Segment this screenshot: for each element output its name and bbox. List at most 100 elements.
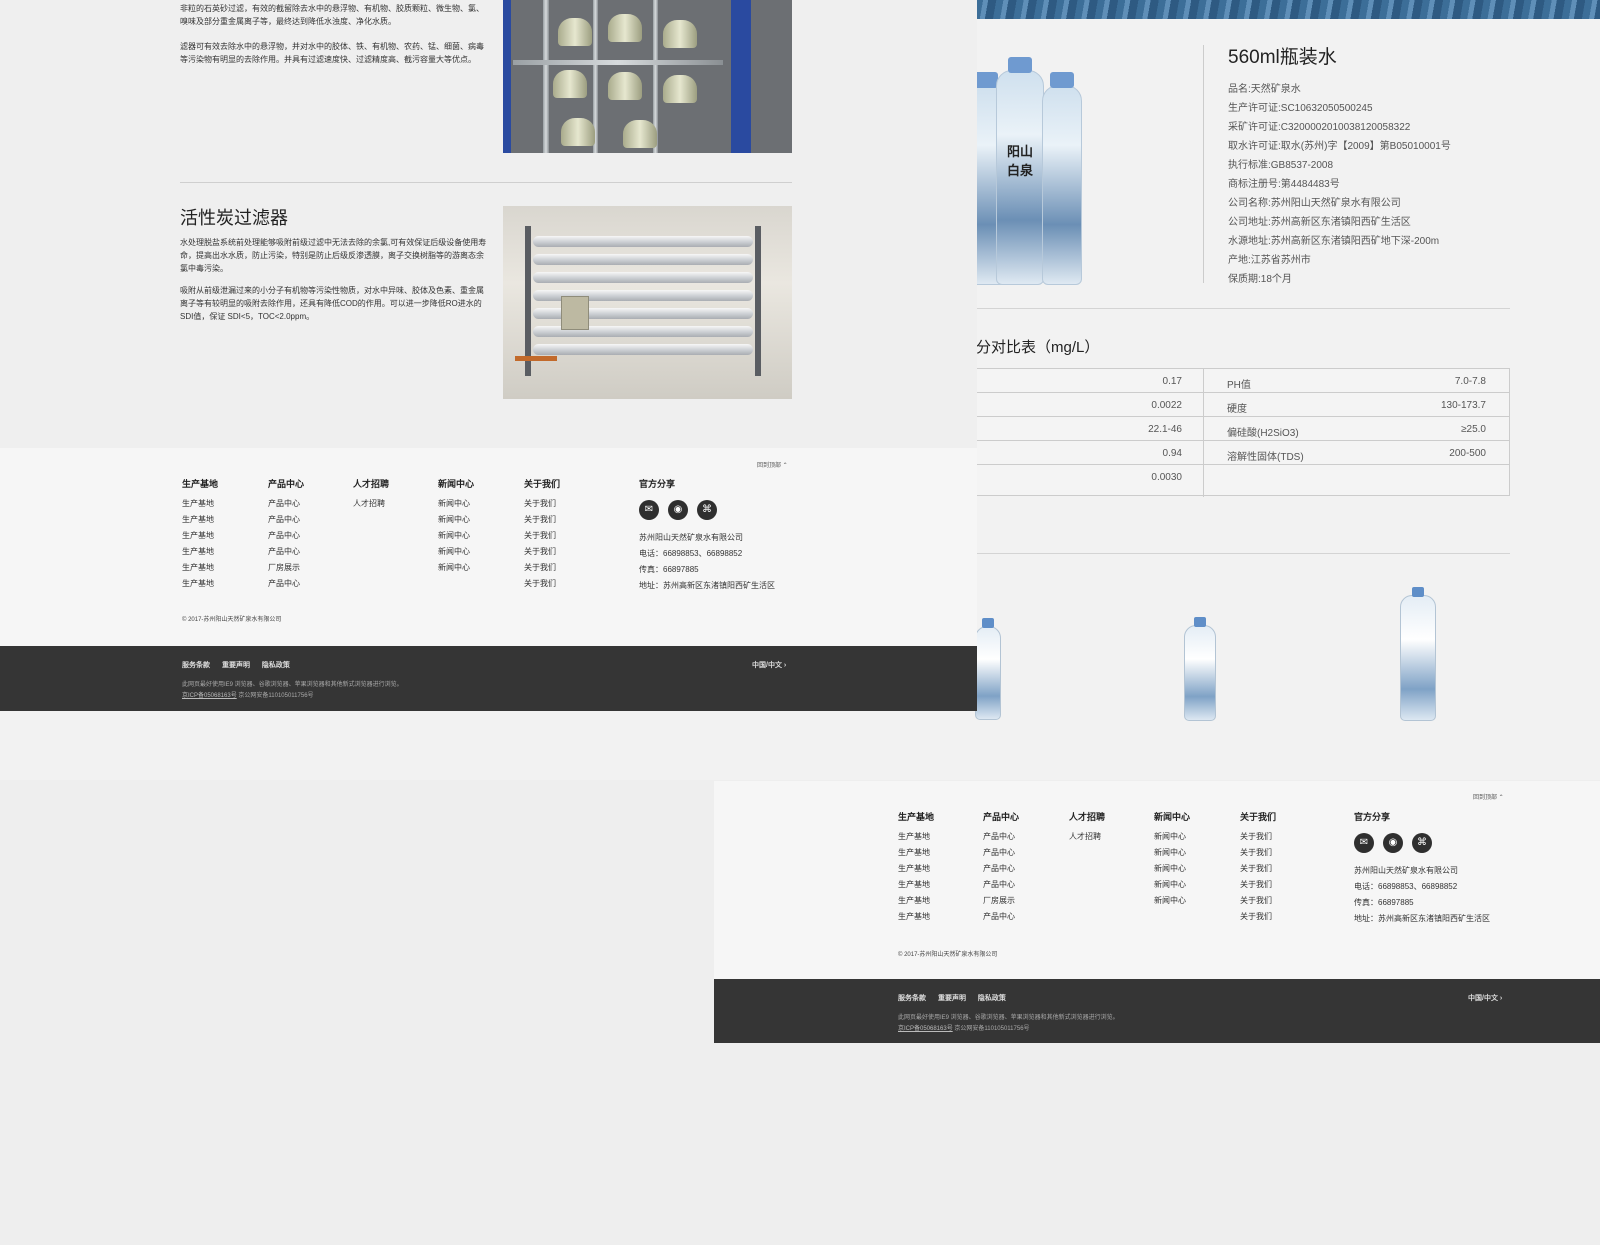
spec-item: 采矿许可证:C3200002010038120058322 [1228, 122, 1411, 133]
privacy-link[interactable]: 隐私政策 [262, 662, 290, 669]
footer-link[interactable]: 产品中心 [268, 578, 304, 594]
footer-link[interactable]: 生产基地 [182, 514, 218, 530]
footer-link[interactable]: 新闻中心 [438, 546, 474, 562]
footer-dark-bar: 服务条款 重要声明 隐私政策 中国/中文 › 此网页最好使用IE9 浏览器、谷歌… [0, 646, 977, 711]
footer-link[interactable]: 产品中心 [268, 514, 304, 530]
footer-secondary: 回到顶部 ⌃ 生产基地 生产基地 生产基地 生产基地 生产基地 生产基地 生产基… [714, 781, 1600, 1043]
footer-link[interactable]: 关于我们 [524, 514, 560, 530]
disclaimer-link[interactable]: 重要声明 [938, 995, 966, 1002]
weibo-icon[interactable]: ◉ [668, 500, 688, 520]
footer-link[interactable]: 产品中心 [983, 879, 1019, 895]
footer-link[interactable]: 新闻中心 [1154, 863, 1190, 879]
footer-link[interactable]: 生产基地 [182, 498, 218, 514]
footer-col-careers: 人才招聘 人才招聘 [1069, 811, 1105, 847]
footer-link[interactable]: 关于我们 [1240, 879, 1276, 895]
locale-switcher[interactable]: 中国/中文 › [1468, 993, 1502, 1003]
footer-link[interactable]: 生产基地 [898, 863, 934, 879]
footer-link[interactable]: 产品中心 [983, 847, 1019, 863]
footer-link[interactable]: 厂房展示 [983, 895, 1019, 911]
icp-link[interactable]: 京ICP备05068163号 [898, 1026, 953, 1032]
sand-filter-photo [503, 0, 792, 153]
footer-link[interactable]: 关于我们 [524, 546, 560, 562]
wechat-icon[interactable]: ✉ [1354, 833, 1374, 853]
table-row: 22.1-46 偏硅酸(H2SiO3) ≥25.0 [976, 417, 1510, 441]
locale-switcher[interactable]: 中国/中文 › [752, 660, 786, 670]
footer-col-heading: 人才招聘 [353, 479, 390, 489]
footer-link[interactable]: 产品中心 [268, 546, 304, 562]
weibo-icon[interactable]: ◉ [1383, 833, 1403, 853]
table-cell: 22.1-46 [1148, 424, 1182, 435]
footer-link[interactable]: 关于我们 [524, 578, 560, 594]
footer-link[interactable]: 生产基地 [182, 578, 218, 594]
company-name: 苏州阳山天然矿泉水有限公司 [1354, 866, 1458, 875]
footer-link[interactable]: 人才招聘 [353, 498, 389, 514]
footer-link[interactable]: 关于我们 [1240, 895, 1276, 911]
product-bottle-medium[interactable] [1184, 617, 1216, 721]
terms-link[interactable]: 服务条款 [898, 995, 926, 1002]
footer-col-products: 产品中心 产品中心 产品中心 产品中心 产品中心 厂房展示 产品中心 [268, 478, 304, 594]
terms-link[interactable]: 服务条款 [182, 662, 210, 669]
section-divider [976, 553, 1510, 554]
footer-link[interactable]: 产品中心 [268, 530, 304, 546]
footer-link[interactable]: 生产基地 [898, 831, 934, 847]
footer-link[interactable]: 生产基地 [182, 546, 218, 562]
footer-link[interactable]: 新闻中心 [1154, 895, 1190, 911]
footer-link[interactable]: 产品中心 [268, 498, 304, 514]
footer-link[interactable]: 生产基地 [898, 895, 934, 911]
footer-col-heading: 新闻中心 [1154, 812, 1191, 822]
footer-col-share: 官方分享 ✉ ◉ ⌘ 苏州阳山天然矿泉水有限公司 电话：66898853、668… [639, 478, 775, 596]
browser-note: 此网页最好使用IE9 浏览器、谷歌浏览器、苹果浏览器和其他新式浏览器进行浏览。 [898, 1015, 1119, 1021]
wechat-icon[interactable]: ✉ [639, 500, 659, 520]
footer-link[interactable]: 新闻中心 [438, 498, 474, 514]
table-row: 0.0022 硬度 130-173.7 [976, 393, 1510, 417]
footer-link[interactable]: 厂房展示 [268, 562, 304, 578]
copyright: © 2017-苏州阳山天然矿泉水有限公司 [182, 617, 282, 623]
product-bottles-image: 阳山白泉 [976, 55, 1086, 285]
carbon-filter-text-2: 吸附从前级泄漏过来的小分子有机物等污染性物质，对水中异味、胶体及色素、重金属离子… [180, 286, 484, 321]
footer-link[interactable]: 关于我们 [524, 498, 560, 514]
qrcode-icon[interactable]: ⌘ [1412, 833, 1432, 853]
product-bottle-small[interactable] [975, 618, 1001, 720]
footer-link[interactable]: 生产基地 [898, 911, 934, 927]
sand-filter-text-1: 非粒的石英砂过滤，有效的截留除去水中的悬浮物、有机物、胶质颗粒、微生物、氯、嗅味… [180, 4, 484, 26]
spec-item: 生产许可证:SC10632050500245 [1228, 103, 1373, 114]
footer-link[interactable]: 关于我们 [1240, 863, 1276, 879]
spec-item: 产地:江苏省苏州市 [1228, 255, 1311, 266]
social-icons: ✉ ◉ ⌘ [639, 500, 775, 520]
address-text: 地址：苏州高新区东渚镇阳西矿生活区 [1354, 914, 1490, 923]
footer-col-heading: 官方分享 [1354, 812, 1391, 822]
section-divider [976, 308, 1510, 309]
footer-link[interactable]: 产品中心 [983, 831, 1019, 847]
back-to-top-link[interactable]: 回到顶部 ⌃ [757, 460, 788, 469]
fax-text: 传真：66897885 [1354, 898, 1414, 907]
police-record: 京公网安备110105011756号 [238, 693, 314, 699]
footer-link[interactable]: 关于我们 [1240, 847, 1276, 863]
footer-link[interactable]: 产品中心 [983, 863, 1019, 879]
footer-link[interactable]: 关于我们 [1240, 911, 1276, 927]
footer-link[interactable]: 新闻中心 [438, 562, 474, 578]
footer-link[interactable]: 新闻中心 [438, 514, 474, 530]
disclaimer-link[interactable]: 重要声明 [222, 662, 250, 669]
privacy-link[interactable]: 隐私政策 [978, 995, 1006, 1002]
footer-link[interactable]: 新闻中心 [1154, 879, 1190, 895]
product-bottle-large[interactable] [1400, 587, 1436, 721]
footer-link[interactable]: 新闻中心 [1154, 847, 1190, 863]
footer-link[interactable]: 关于我们 [524, 562, 560, 578]
icp-link[interactable]: 京ICP备05068163号 [182, 693, 237, 699]
footer-col-news: 新闻中心 新闻中心 新闻中心 新闻中心 新闻中心 新闻中心 [438, 478, 474, 578]
footer-link[interactable]: 人才招聘 [1069, 831, 1105, 847]
footer-link[interactable]: 关于我们 [1240, 831, 1276, 847]
footer-link[interactable]: 生产基地 [898, 847, 934, 863]
footer-link[interactable]: 新闻中心 [438, 530, 474, 546]
legal-links: 服务条款 重要声明 隐私政策 [182, 660, 300, 670]
footer-col-careers: 人才招聘 人才招聘 [353, 478, 389, 514]
footer-link[interactable]: 生产基地 [182, 530, 218, 546]
footer-link[interactable]: 关于我们 [524, 530, 560, 546]
footer-link[interactable]: 产品中心 [983, 911, 1019, 927]
qrcode-icon[interactable]: ⌘ [697, 500, 717, 520]
back-to-top-link[interactable]: 回到顶部 ⌃ [1473, 792, 1504, 801]
footer-link[interactable]: 生产基地 [898, 879, 934, 895]
table-cell: 200-500 [1449, 448, 1486, 459]
footer-link[interactable]: 新闻中心 [1154, 831, 1190, 847]
footer-link[interactable]: 生产基地 [182, 562, 218, 578]
